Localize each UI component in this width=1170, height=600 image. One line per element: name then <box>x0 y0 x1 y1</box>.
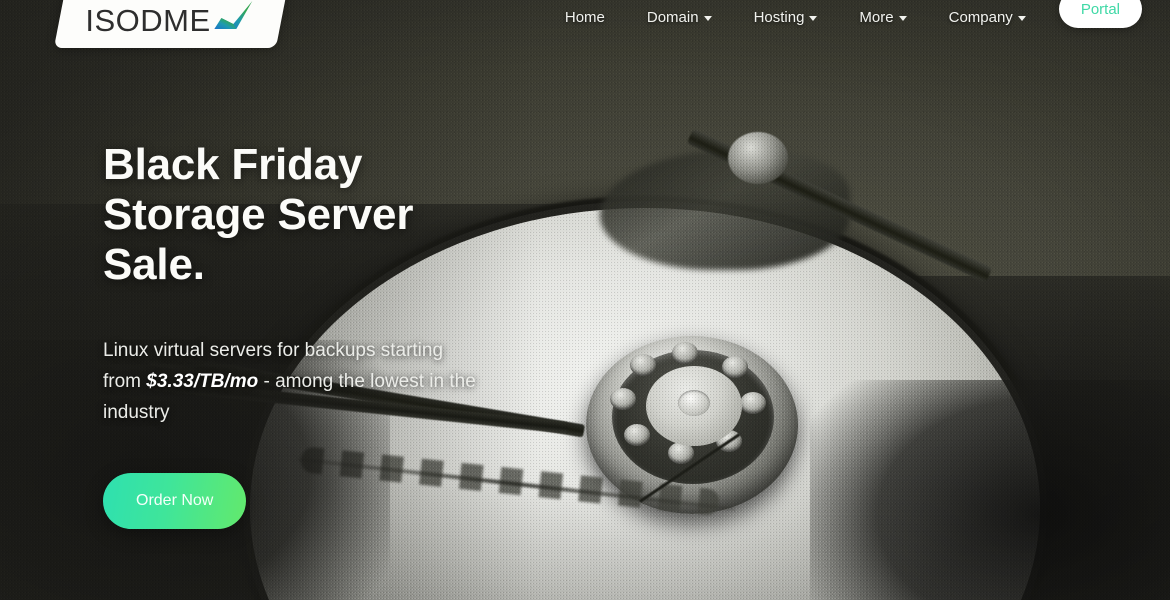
chevron-down-icon <box>898 15 907 21</box>
actuator-pivot <box>728 132 788 184</box>
hub-screw <box>672 342 698 364</box>
nav-item-home[interactable]: Home <box>544 10 626 25</box>
primary-navigation: Home Domain Hosting More Company Portal <box>544 0 1152 34</box>
nav-item-company[interactable]: Company <box>928 10 1047 25</box>
landing-page-hero: ISODME Home Domain Hosting More Company … <box>0 0 1170 600</box>
shadow-bottom-right <box>810 380 1170 600</box>
spindle-center-cap <box>678 390 710 416</box>
logo-wordmark: ISODME <box>85 2 211 38</box>
site-header: ISODME Home Domain Hosting More Company … <box>0 0 1170 48</box>
chevron-down-icon <box>1017 15 1026 21</box>
nav-label: Company <box>948 8 1013 26</box>
swoosh-icon <box>214 1 253 29</box>
hero-price: $3.33/TB/mo <box>146 371 259 393</box>
order-now-button[interactable]: Order Now <box>103 472 247 529</box>
portal-button[interactable]: Portal <box>1058 0 1142 28</box>
nav-label: Domain <box>646 8 699 26</box>
hub-screw <box>722 356 748 378</box>
hero-title-line-1: Black Friday <box>103 140 363 189</box>
nav-item-hosting[interactable]: Hosting <box>733 10 839 25</box>
hero-title-line-2: Storage Server <box>103 190 414 240</box>
nav-label: Hosting <box>753 8 805 26</box>
logo-link[interactable]: ISODME <box>54 0 296 48</box>
nav-item-more[interactable]: More <box>838 10 927 25</box>
nav-item-domain[interactable]: Domain <box>626 10 733 25</box>
hero-content: Black Friday Storage Server Sale. Linux … <box>103 140 663 529</box>
nav-label: More <box>859 8 894 26</box>
page-title: Black Friday Storage Server Sale. <box>103 140 663 290</box>
logo-lockup: ISODME <box>86 0 255 40</box>
hub-screw <box>740 392 766 414</box>
chevron-down-icon <box>703 15 712 21</box>
nav-label: Home <box>564 8 605 26</box>
hero-subtitle: Linux virtual servers for backups starti… <box>103 336 483 428</box>
hero-title-line-3: Sale. <box>103 240 205 290</box>
chevron-down-icon <box>809 15 818 21</box>
